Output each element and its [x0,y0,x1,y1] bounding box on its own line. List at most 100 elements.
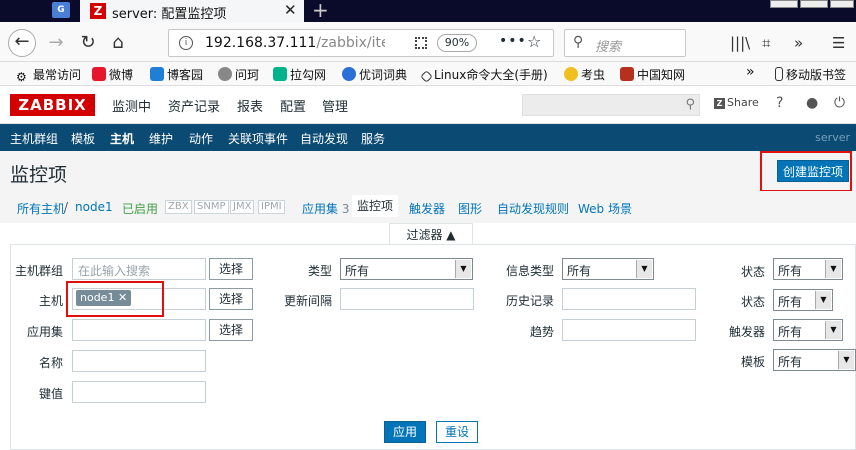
items-tab-active[interactable]: 监控项 [352,195,398,217]
filter-toggle-tab[interactable]: 过滤器 ▲ [389,223,473,245]
dropdown-arrow-icon: ▼ [825,260,841,278]
zabbix-logo[interactable]: ZABBIX [10,94,95,116]
host-status-enabled[interactable]: 已启用 [122,200,158,217]
browser-nav-bar: ← → ↻ ⌂ i 192.168.37.111/zabbix/item 90%… [0,22,856,62]
browser-tab-strip: G Z server: 配置监控项 ✕ + [0,0,856,22]
triggers-filter-label: 触发器 [728,325,765,339]
bookmark-item[interactable]: 考虫 [564,66,605,83]
qr-code-icon[interactable] [415,37,427,49]
state-select[interactable]: 所有 ▼ [773,289,833,311]
name-input[interactable] [72,350,206,372]
key-input[interactable] [72,381,206,403]
bookmark-item[interactable]: 微博 [92,66,133,83]
submenu-host-groups[interactable]: 主机群组 [10,130,58,147]
tab-close-icon[interactable]: ✕ [284,1,297,19]
menu-inventory[interactable]: 资产记录 [168,96,220,115]
menu-monitoring[interactable]: 监测中 [112,96,151,115]
search-icon: ⚲ [573,34,584,50]
bookmark-item[interactable]: 中国知网 [620,66,685,83]
screenshot-icon[interactable]: ⌗ [762,34,770,52]
user-profile-icon[interactable]: ● [806,95,818,111]
bookmark-item[interactable]: 博客园 [150,66,203,83]
bookmark-star-icon[interactable]: ☆ [527,32,541,51]
all-hosts-link[interactable]: 所有主机 [17,200,65,217]
application-select-button[interactable]: 选择 [209,319,253,341]
status-select[interactable]: 所有 ▼ [773,258,843,280]
menu-reports[interactable]: 报表 [237,96,263,115]
info-type-select[interactable]: 所有 ▼ [562,258,654,280]
browser-tab-active[interactable]: Z server: 配置监控项 ✕ [80,0,304,22]
share-link[interactable]: Z Share [714,96,759,109]
configuration-submenu: 主机群组 模板 主机 维护 动作 关联项事件 自动发现 服务 server [0,124,856,151]
host-group-input[interactable]: 在此输入搜索 [72,258,206,280]
submenu-hosts[interactable]: 主机 [110,130,134,147]
bookmark-item[interactable]: Linux命令大全(手册) [420,66,548,83]
hamburger-menu-icon[interactable]: ☰ [832,34,845,52]
site-info-icon[interactable]: i [179,36,193,50]
host-group-select-button[interactable]: 选择 [209,258,253,280]
application-input[interactable] [72,319,206,341]
type-select[interactable]: 所有 ▼ [340,258,473,280]
kaochong-icon [564,67,578,81]
menu-administration[interactable]: 管理 [322,96,348,115]
back-icon[interactable]: ← [8,29,36,57]
globe-icon [218,67,232,81]
bookmark-item[interactable]: 拉勾网 [273,66,326,83]
url-bar[interactable]: i 192.168.37.111/zabbix/item 90% ••• ☆ [168,29,554,57]
trends-input[interactable] [562,319,696,341]
dropdown-arrow-icon: ▼ [455,260,471,278]
submenu-event-correlation[interactable]: 关联项事件 [228,130,288,147]
submenu-templates[interactable]: 模板 [71,130,95,147]
submenu-services[interactable]: 服务 [361,130,385,147]
history-input[interactable] [562,288,696,310]
update-interval-input[interactable] [340,288,474,310]
availability-ipmi: IPMI [258,200,285,214]
browser-tab-translate[interactable]: G [44,0,80,22]
server-name: server [815,131,850,144]
submenu-maintenance[interactable]: 维护 [149,130,173,147]
bookmark-item[interactable]: 问珂 [218,66,259,83]
page-actions-icon[interactable]: ••• [499,33,527,49]
window-close-icon[interactable] [830,0,854,8]
library-icon[interactable]: |||\ [730,34,750,52]
applications-link[interactable]: 应用集 3 [302,200,349,217]
window-minimize-icon[interactable] [770,0,798,8]
lagou-icon [273,67,287,81]
browser-search-input[interactable]: ⚲ 搜索 [564,29,686,57]
zabbix-search-input[interactable]: ⚲ [522,94,700,116]
home-icon[interactable]: ⌂ [104,29,132,57]
status-label: 状态 [740,265,765,279]
search-icon[interactable]: ⚲ [685,97,695,112]
host-link[interactable]: node1 [75,200,113,214]
update-interval-label: 更新间隔 [283,294,332,308]
bookmark-item[interactable]: 优词词典 [342,66,407,83]
zoom-level[interactable]: 90% [437,34,477,52]
bookmarks-overflow-icon[interactable]: » [746,64,755,80]
triggers-link[interactable]: 触发器 [409,200,445,217]
linux-icon [420,70,433,83]
bookmark-item[interactable]: ⚙ 最常访问 [16,66,81,84]
menu-configuration[interactable]: 配置 [280,96,306,115]
discovery-rules-link[interactable]: 自动发现规则 [497,200,569,217]
triggers-select[interactable]: 所有 ▼ [773,319,843,341]
application-label: 应用集 [26,325,63,339]
apply-button[interactable]: 应用 [384,421,426,443]
logout-icon[interactable]: ⏻ [834,95,845,111]
submenu-discovery[interactable]: 自动发现 [300,130,348,147]
window-maximize-icon[interactable] [800,0,828,8]
reload-icon[interactable]: ↻ [74,29,102,57]
forward-icon[interactable]: → [42,29,70,57]
availability-snmp: SNMP [194,200,229,214]
host-select-button[interactable]: 选择 [209,288,253,310]
graphs-link[interactable]: 图形 [458,200,482,217]
web-scenarios-link[interactable]: Web 场景 [578,200,632,217]
mobile-bookmarks[interactable]: 移动版书签 [775,66,846,83]
template-select[interactable]: 所有 ▼ [773,349,856,371]
new-tab-icon[interactable]: + [312,0,329,22]
reset-button[interactable]: 重设 [436,421,478,443]
url-text[interactable]: 192.168.37.111/zabbix/item [205,35,385,51]
name-label: 名称 [38,356,63,370]
help-icon[interactable]: ? [776,95,783,111]
overflow-chevron-icon[interactable]: » [794,34,803,52]
submenu-actions[interactable]: 动作 [189,130,213,147]
